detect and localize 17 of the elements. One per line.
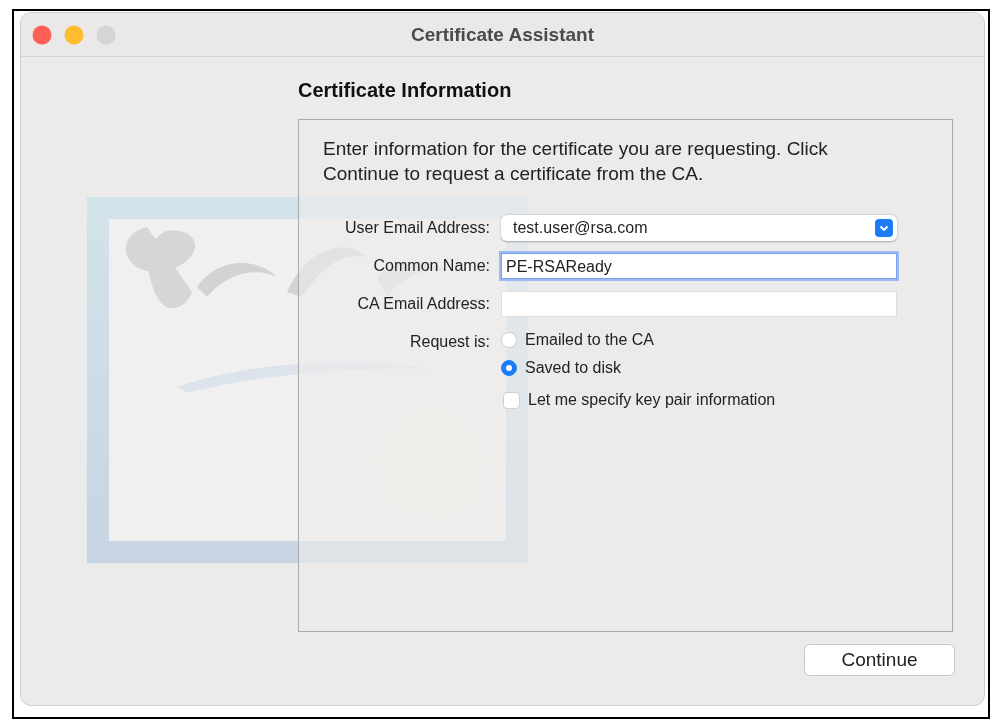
checkbox-label: Let me specify key pair information <box>528 391 776 409</box>
text-field[interactable]: PE-RSAReady <box>501 253 897 279</box>
field-label: Request is: <box>408 332 490 352</box>
instructions-text: Enter information for the certificate you are requesting. Click Continue to request a certificate from the CA. <box>323 137 829 186</box>
window-title: Certificate Assistant <box>411 23 594 46</box>
field-label: User Email Address: <box>344 218 490 238</box>
section-heading: Certificate Information <box>298 79 513 103</box>
radio-label: Saved to disk <box>525 359 622 377</box>
close-icon[interactable] <box>32 24 52 45</box>
field-label: Common Name: <box>372 256 490 276</box>
text-field[interactable] <box>501 291 897 317</box>
minimize-icon[interactable] <box>64 24 84 45</box>
email-dropdown[interactable]: test.user@rsa.com <box>501 215 897 241</box>
field-label: CA Email Address: <box>356 294 490 314</box>
continue-button[interactable]: Continue <box>804 644 955 676</box>
radio-label: Emailed to the CA <box>525 331 654 349</box>
chevron-down-icon <box>875 219 893 237</box>
